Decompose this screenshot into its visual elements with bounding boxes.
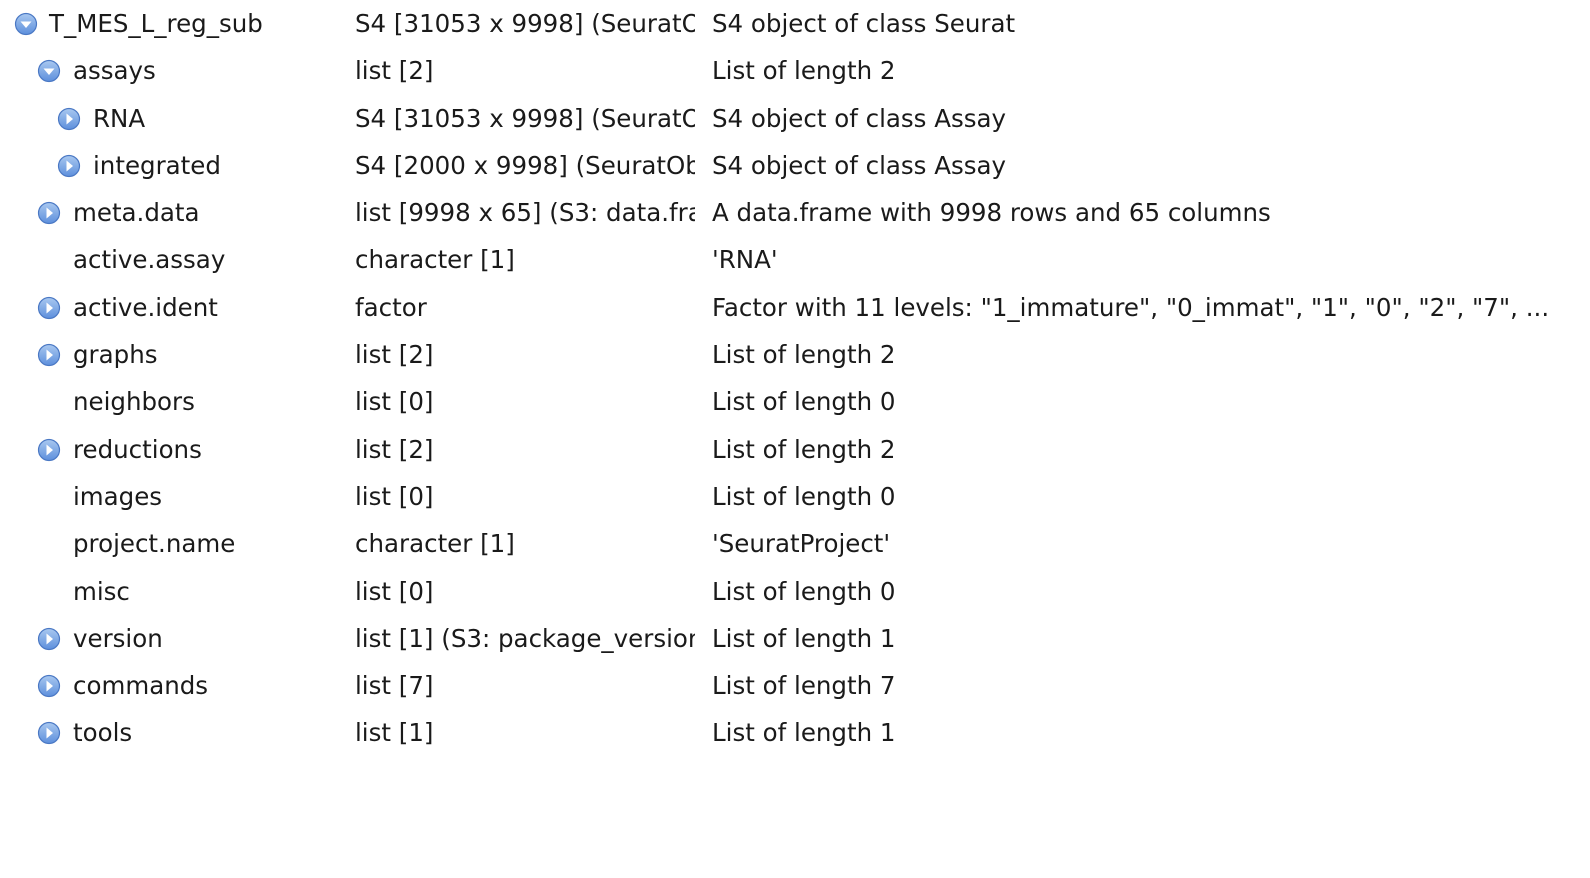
type-cell: factor	[355, 292, 427, 322]
chevron-right-icon[interactable]	[37, 296, 61, 320]
chevron-right-icon[interactable]	[37, 201, 61, 225]
variable-name: T_MES_L_reg_sub	[49, 9, 263, 38]
type-cell: list [0]	[355, 576, 434, 606]
tree-row-reductions[interactable]: reductions list [2] List of length 2	[0, 426, 1590, 473]
variable-name: version	[73, 623, 163, 653]
type-cell: list [2]	[355, 56, 434, 86]
name-cell: RNA	[0, 95, 350, 142]
tree-row-project-name[interactable]: project.name character [1] 'SeuratProject'	[0, 520, 1590, 567]
value-cell: 'RNA'	[712, 245, 778, 275]
type-cell: list [0]	[355, 481, 434, 511]
tree-row-meta-data[interactable]: meta.data list [9998 x 65] (S3: data.fram…	[0, 189, 1590, 236]
variable-name: tools	[73, 718, 133, 748]
name-cell: neighbors	[0, 378, 350, 425]
value-cell: List of length 2	[712, 56, 896, 86]
tree-row-active-assay[interactable]: active.assay character [1] 'RNA'	[0, 236, 1590, 283]
variable-name: commands	[73, 671, 209, 701]
tree-row-graphs[interactable]: graphs list [2] List of length 2	[0, 331, 1590, 378]
type-cell: S4 [31053 x 9998] (SeuratObject::Seurat)	[355, 9, 695, 38]
value-cell: S4 object of class Assay	[712, 103, 1007, 133]
value-cell: List of length 2	[712, 340, 896, 370]
variable-name: active.assay	[73, 245, 226, 275]
name-cell: meta.data	[0, 189, 350, 236]
tree-row-version[interactable]: version list [1] (S3: package_version, nu…	[0, 615, 1590, 662]
variable-name: neighbors	[73, 387, 195, 417]
variable-name: graphs	[73, 340, 158, 370]
value-cell: List of length 0	[712, 481, 896, 511]
name-cell: integrated	[0, 142, 350, 189]
type-cell: S4 [2000 x 9998] (SeuratObject::Assay)	[355, 150, 695, 180]
value-cell: List of length 0	[712, 387, 896, 417]
chevron-right-icon[interactable]	[37, 674, 61, 698]
name-cell: active.assay	[0, 236, 350, 283]
chevron-right-icon[interactable]	[37, 343, 61, 367]
tree-row-integrated[interactable]: integrated S4 [2000 x 9998] (SeuratObject…	[0, 142, 1590, 189]
tree-row-tools[interactable]: tools list [1] List of length 1	[0, 709, 1590, 756]
value-cell: List of length 0	[712, 576, 896, 606]
name-cell: reductions	[0, 426, 350, 473]
variable-name: reductions	[73, 434, 202, 464]
type-cell: list [0]	[355, 387, 434, 417]
type-cell: list [1] (S3: package_version, numeric_v…	[355, 623, 695, 653]
value-cell: 'SeuratProject'	[712, 529, 891, 559]
value-cell: List of length 2	[712, 434, 896, 464]
chevron-right-icon[interactable]	[37, 438, 61, 462]
name-cell: graphs	[0, 331, 350, 378]
name-cell: tools	[0, 709, 350, 756]
type-cell: character [1]	[355, 245, 515, 275]
variable-name: meta.data	[73, 198, 200, 228]
variable-name: images	[73, 481, 163, 511]
variable-name: misc	[73, 576, 130, 606]
tree-row-images[interactable]: images list [0] List of length 0	[0, 473, 1590, 520]
variable-name: RNA	[93, 103, 146, 133]
tree-row-active-ident[interactable]: active.ident factor Factor with 11 levels:…	[0, 284, 1590, 331]
tree-row-rna[interactable]: RNA S4 [31053 x 9998] (SeuratObject::Assa…	[0, 95, 1590, 142]
chevron-right-icon[interactable]	[37, 627, 61, 651]
variable-name: project.name	[73, 529, 236, 559]
tree-row-commands[interactable]: commands list [7] List of length 7	[0, 662, 1590, 709]
type-cell: list [9998 x 65] (S3: data.frame)	[355, 198, 695, 228]
object-explorer-tree: T_MES_L_reg_sub S4 [31053 x 9998] (Seurat…	[0, 0, 1590, 757]
name-cell: assays	[0, 47, 350, 94]
chevron-right-icon[interactable]	[37, 721, 61, 745]
tree-row-neighbors[interactable]: neighbors list [0] List of length 0	[0, 378, 1590, 425]
chevron-right-icon[interactable]	[57, 107, 81, 131]
name-cell: version	[0, 615, 350, 662]
chevron-right-icon[interactable]	[57, 154, 81, 178]
name-cell: project.name	[0, 520, 350, 567]
value-cell: S4 object of class Seurat	[712, 9, 1016, 38]
type-cell: list [7]	[355, 671, 434, 701]
value-cell: List of length 1	[712, 718, 896, 748]
value-cell: List of length 7	[712, 671, 896, 701]
type-cell: character [1]	[355, 529, 515, 559]
type-cell: S4 [31053 x 9998] (SeuratObject::Assay)	[355, 103, 695, 133]
tree-row-t-mes-l-reg-sub[interactable]: T_MES_L_reg_sub S4 [31053 x 9998] (Seurat…	[0, 0, 1590, 47]
variable-name: active.ident	[73, 292, 218, 322]
type-cell: list [2]	[355, 340, 434, 370]
variable-name: assays	[73, 56, 156, 86]
variable-name: integrated	[93, 150, 221, 180]
value-cell: List of length 1	[712, 623, 896, 653]
value-cell: S4 object of class Assay	[712, 150, 1007, 180]
value-cell: A data.frame with 9998 rows and 65 colum…	[712, 198, 1271, 228]
value-cell: Factor with 11 levels: "1_immature", "0_…	[712, 292, 1550, 322]
name-cell: commands	[0, 662, 350, 709]
chevron-down-icon[interactable]	[14, 12, 38, 36]
name-cell: misc	[0, 568, 350, 615]
chevron-down-icon[interactable]	[37, 59, 61, 83]
type-cell: list [2]	[355, 434, 434, 464]
name-cell: active.ident	[0, 284, 350, 331]
tree-row-assays[interactable]: assays list [2] List of length 2	[0, 47, 1590, 94]
name-cell: images	[0, 473, 350, 520]
tree-row-misc[interactable]: misc list [0] List of length 0	[0, 568, 1590, 615]
type-cell: list [1]	[355, 718, 434, 748]
name-cell: T_MES_L_reg_sub	[0, 0, 350, 47]
